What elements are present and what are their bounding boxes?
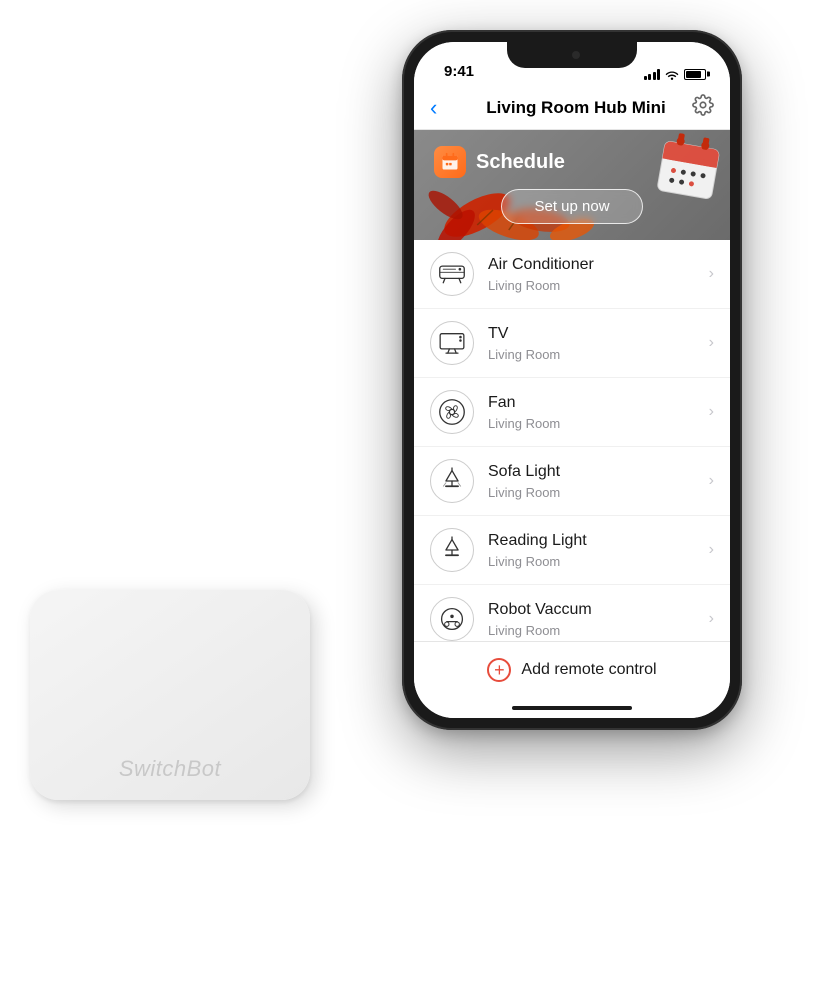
device-item-tv[interactable]: TV Living Room › — [414, 309, 730, 378]
scene: SwitchBot 9:41 — [0, 0, 822, 1000]
settings-button[interactable] — [692, 94, 714, 122]
device-name: Robot Vaccum — [488, 600, 709, 621]
device-item-robot-vaccum[interactable]: Robot Vaccum Living Room › — [414, 585, 730, 641]
device-name: Reading Light — [488, 531, 709, 552]
status-icons — [644, 68, 707, 80]
device-room: Living Room — [488, 623, 709, 638]
page-title: Living Room Hub Mini — [486, 98, 665, 118]
calendar-decoration — [649, 130, 727, 219]
device-name: Air Conditioner — [488, 255, 709, 276]
hub-brand-label: SwitchBot — [119, 756, 221, 782]
device-name: TV — [488, 324, 709, 345]
robot-vaccum-icon — [439, 606, 465, 632]
chevron-icon: › — [709, 610, 714, 628]
camera-dot — [572, 51, 580, 59]
device-room: Living Room — [488, 554, 709, 569]
device-name: Sofa Light — [488, 462, 709, 483]
signal-icon — [644, 68, 661, 80]
add-icon: + — [487, 658, 511, 682]
schedule-header: Schedule — [434, 146, 565, 178]
fan-icon — [438, 398, 466, 426]
device-room: Living Room — [488, 347, 709, 362]
schedule-title: Schedule — [476, 151, 565, 174]
chevron-icon: › — [709, 334, 714, 352]
device-item-fan[interactable]: Fan Living Room › — [414, 378, 730, 447]
phone-frame: 9:41 — [402, 30, 742, 730]
home-indicator — [414, 698, 730, 718]
svg-text:*: * — [459, 267, 461, 272]
setup-now-button[interactable]: Set up now — [501, 189, 642, 224]
wifi-icon — [665, 68, 679, 80]
chevron-icon: › — [709, 472, 714, 490]
chevron-icon: › — [709, 265, 714, 283]
chevron-icon: › — [709, 541, 714, 559]
phone-screen: 9:41 — [414, 42, 730, 718]
schedule-icon — [434, 146, 466, 178]
device-item-reading-light[interactable]: Reading Light Living Room › — [414, 516, 730, 585]
device-item-sofa-light[interactable]: Sofa Light Living Room › — [414, 447, 730, 516]
phone-notch — [507, 42, 637, 68]
ac-icon: * — [438, 263, 466, 285]
device-room: Living Room — [488, 416, 709, 431]
back-button[interactable]: ‹ — [430, 95, 460, 121]
battery-icon — [684, 69, 706, 80]
hub-device: SwitchBot — [30, 590, 310, 800]
add-remote-label: Add remote control — [521, 661, 656, 679]
status-time: 9:41 — [438, 63, 474, 80]
chevron-icon: › — [709, 403, 714, 421]
device-room: Living Room — [488, 278, 709, 293]
tv-icon — [438, 332, 466, 354]
device-name: Fan — [488, 393, 709, 414]
add-remote-control[interactable]: + Add remote control — [414, 641, 730, 698]
sofa-light-icon — [439, 467, 465, 495]
device-list: * Air Conditioner Living Room › — [414, 240, 730, 641]
nav-header: ‹ Living Room Hub Mini — [414, 86, 730, 130]
schedule-banner: Schedule — [414, 130, 730, 240]
reading-light-icon — [439, 536, 465, 564]
device-room: Living Room — [488, 485, 709, 500]
device-item-air-conditioner[interactable]: * Air Conditioner Living Room › — [414, 240, 730, 309]
